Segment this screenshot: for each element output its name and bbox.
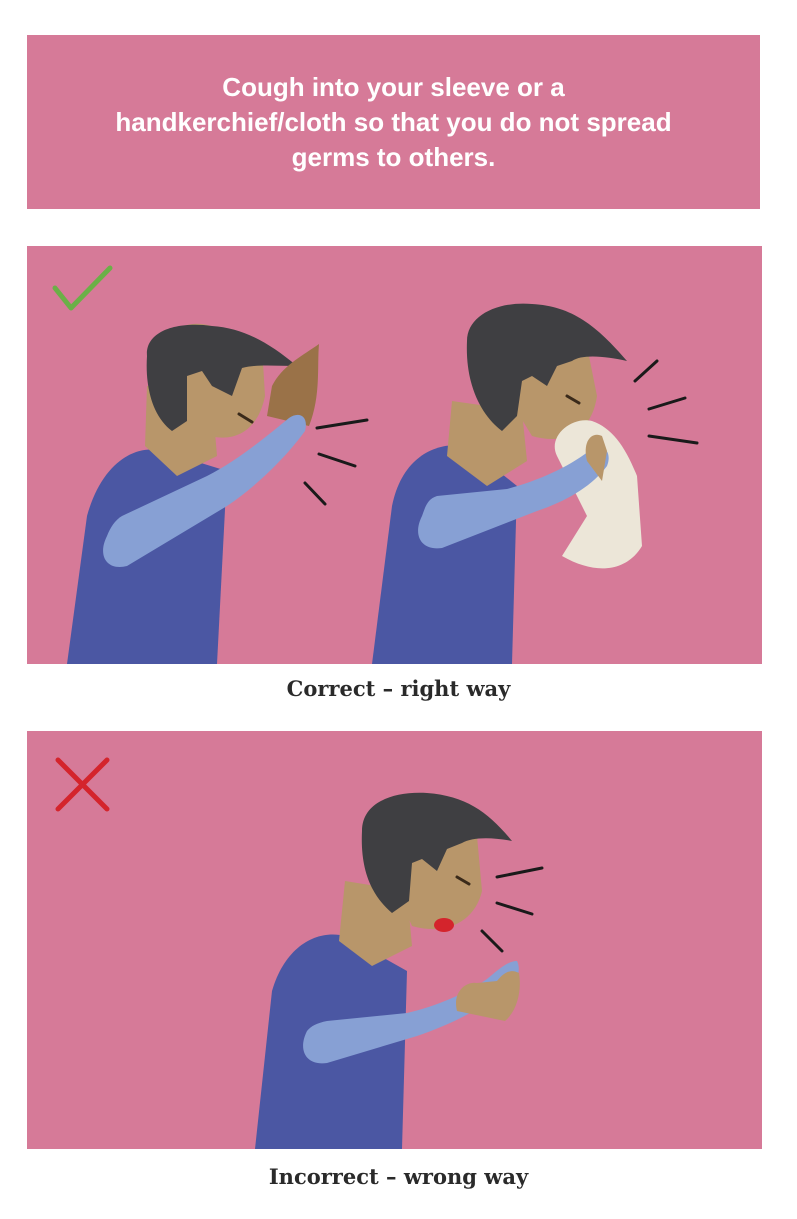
instruction-banner: Cough into your sleeve or a handkerchief…	[27, 35, 760, 209]
person-coughing-openly	[255, 792, 544, 1149]
person-coughing-into-sleeve	[67, 323, 369, 664]
incorrect-panel	[27, 731, 762, 1149]
correct-caption: Correct – right way	[286, 676, 511, 701]
incorrect-illustration	[55, 757, 544, 1149]
instruction-text: Cough into your sleeve or a handkerchief…	[115, 71, 672, 172]
cross-icon	[55, 757, 110, 812]
person-coughing-into-handkerchief	[372, 303, 699, 664]
check-icon	[52, 265, 113, 311]
correct-illustration	[52, 265, 699, 664]
correct-panel	[27, 246, 762, 664]
incorrect-caption: Incorrect – wrong way	[268, 1164, 529, 1189]
